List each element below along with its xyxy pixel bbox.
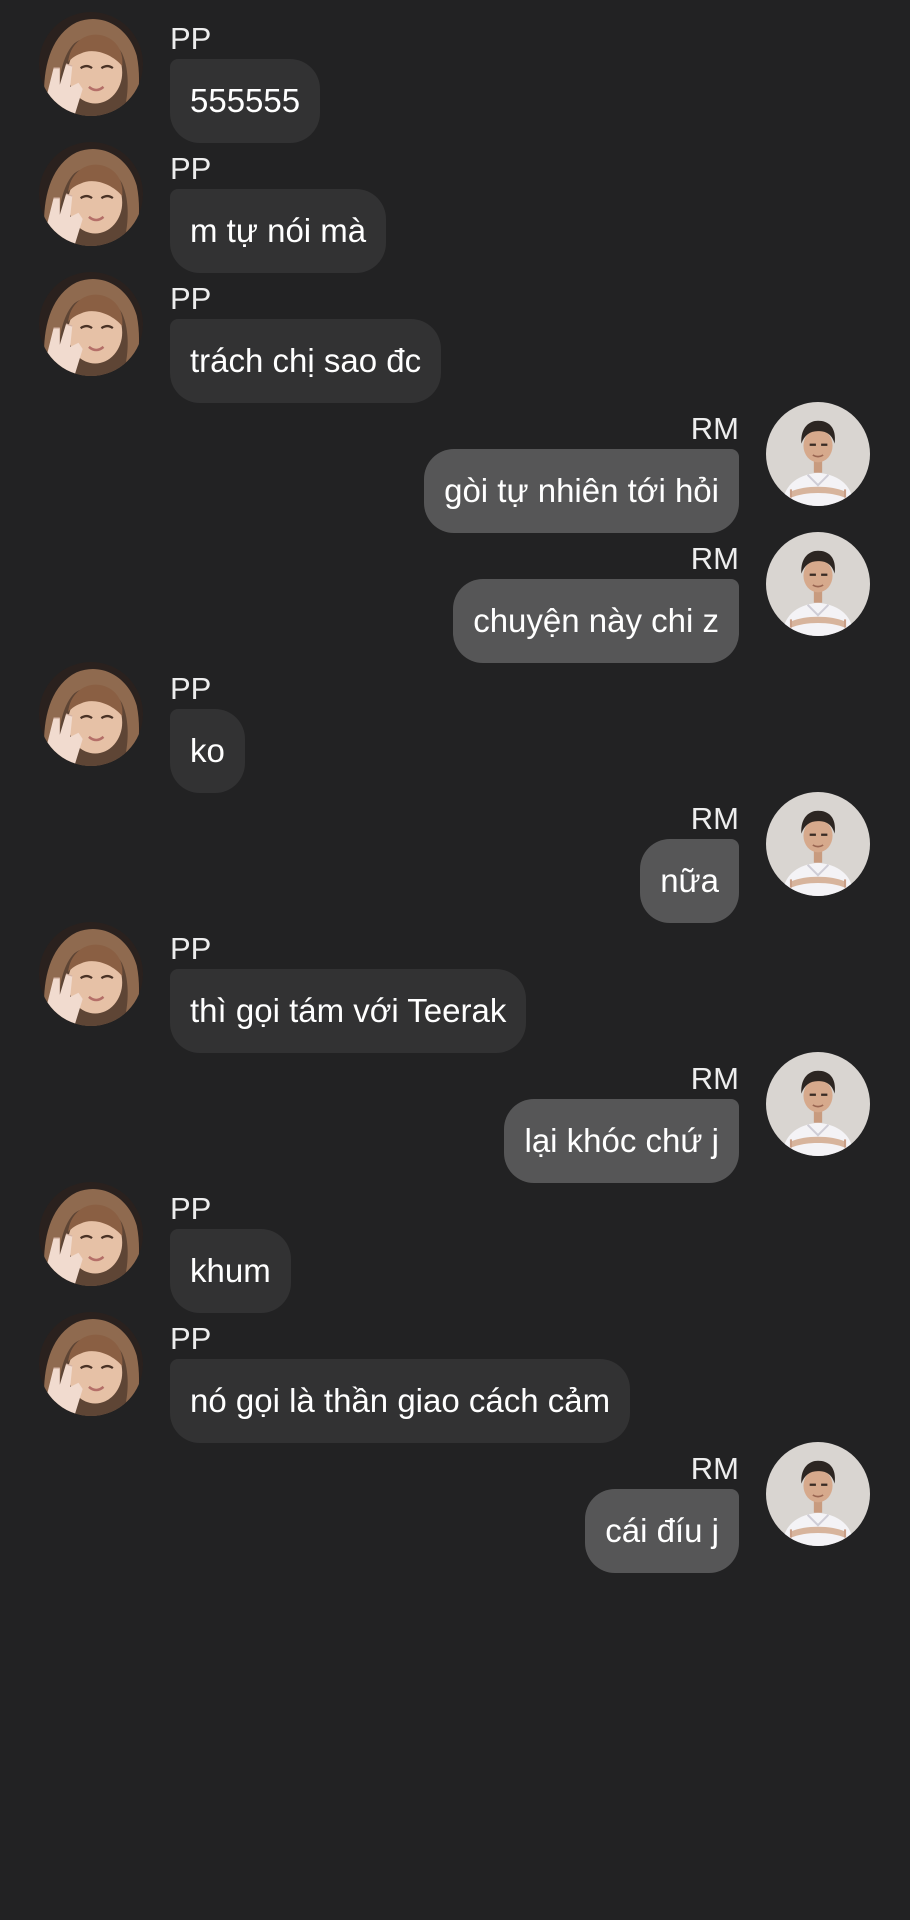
message-row: PP trách chị sao đc [0,260,910,403]
pp-avatar[interactable] [39,1182,143,1286]
message-row: PP nó gọi là thần giao cách cảm [0,1300,910,1443]
rm-avatar[interactable] [766,1442,870,1546]
pp-avatar[interactable] [39,272,143,376]
message-row: PP khum [0,1170,910,1313]
message-row: RM nữa [0,780,910,923]
rm-avatar[interactable] [766,402,870,506]
sender-name: RM [690,411,739,446]
message-row: PP thì gọi tám với Teerak [0,910,910,1053]
message-row: RM cái đíu j [0,1430,910,1573]
rm-avatar[interactable] [766,532,870,636]
pp-avatar[interactable] [39,922,143,1026]
message-row: RM chuyện này chi z [0,520,910,663]
message-row: PP ko [0,650,910,793]
sender-name: PP [170,21,212,56]
message-row: RM lại khóc chứ j [0,1040,910,1183]
message-bubble[interactable]: cái đíu j [585,1489,739,1573]
sender-name: RM [690,1061,739,1096]
sender-name: RM [690,541,739,576]
pp-avatar[interactable] [39,142,143,246]
pp-avatar[interactable] [39,1312,143,1416]
sender-name: PP [170,1321,212,1356]
sender-name: RM [690,1451,739,1486]
pp-avatar[interactable] [39,12,143,116]
sender-name: PP [170,151,212,186]
sender-name: PP [170,1191,212,1226]
sender-name: PP [170,671,212,706]
rm-avatar[interactable] [766,1052,870,1156]
rm-avatar[interactable] [766,792,870,896]
sender-name: PP [170,281,212,316]
message-row: PP m tự nói mà [0,130,910,273]
pp-avatar[interactable] [39,662,143,766]
message-row: PP 555555 [0,0,910,143]
message-row: RM gòi tự nhiên tới hỏi [0,390,910,533]
sender-name: RM [690,801,739,836]
sender-name: PP [170,931,212,966]
